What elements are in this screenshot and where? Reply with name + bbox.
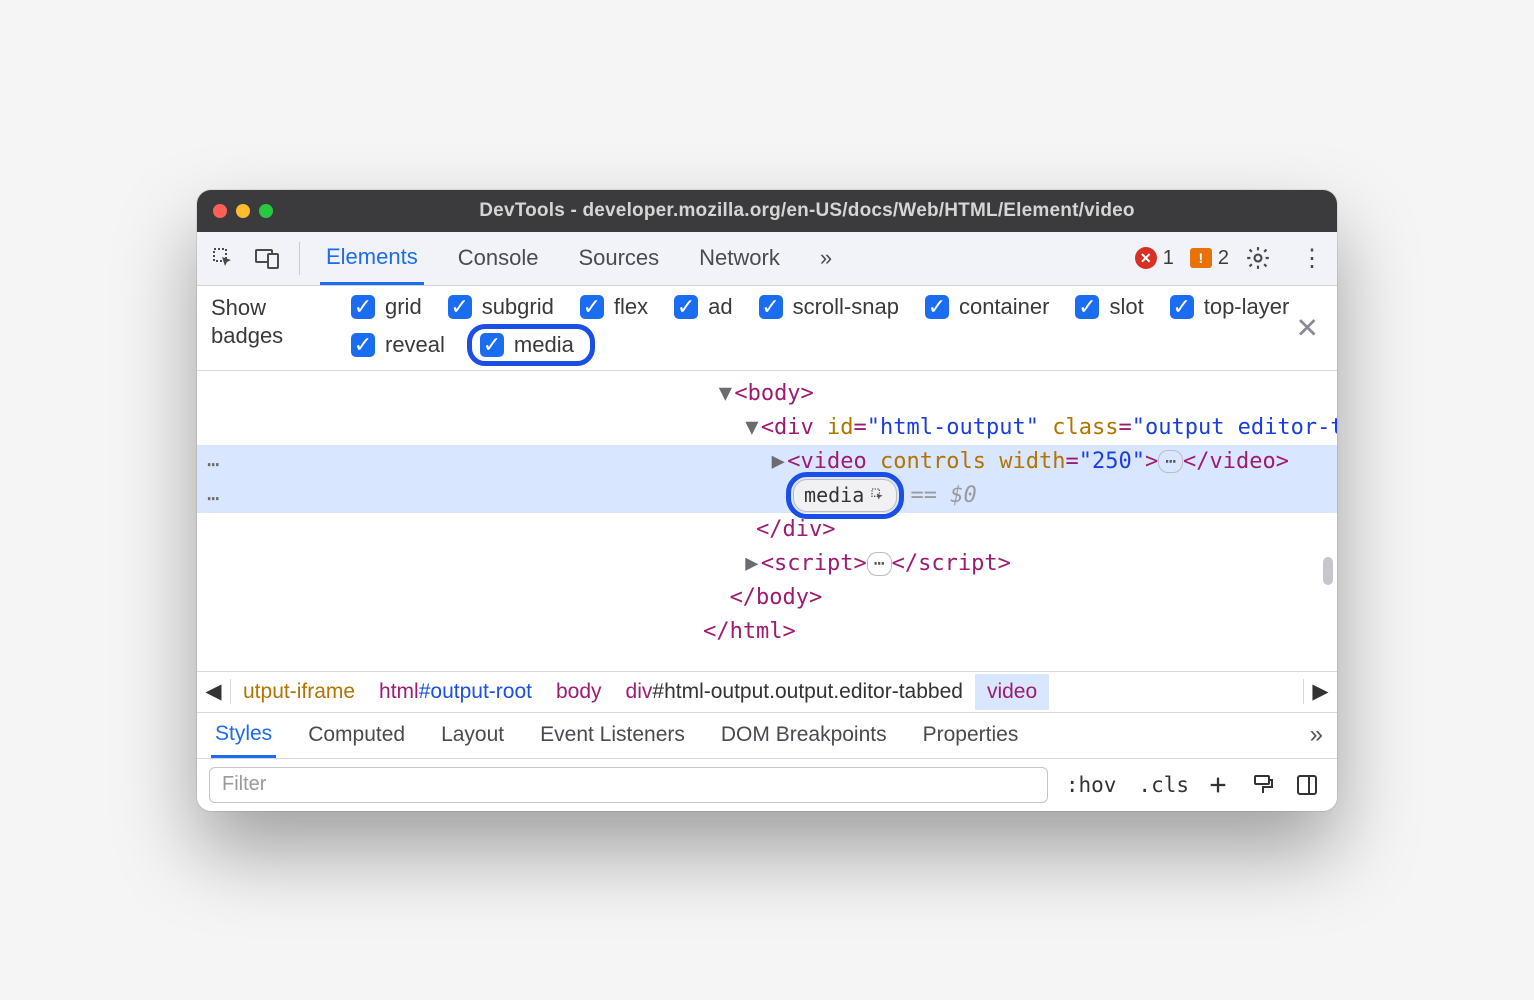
devtools-toolbar: Elements Console Sources Network » ✕ 1 !… [197,232,1337,286]
error-icon: ✕ [1135,247,1157,269]
badge-reveal[interactable]: ✓reveal [351,330,445,360]
dom-tree-pane[interactable]: ▼<body> ▼<div id="html-output" class="ou… [197,371,1337,671]
dom-html-close[interactable]: </html> [197,615,1337,649]
subtab-computed[interactable]: Computed [304,713,409,758]
breadcrumb-scroll-left[interactable]: ◀ [197,679,231,704]
dom-body-open[interactable]: ▼<body> [197,377,1337,411]
settings-icon[interactable] [1245,245,1279,271]
badge-media[interactable]: ✓media [467,324,595,366]
styles-subtabs: Styles Computed Layout Event Listeners D… [197,713,1337,759]
crumb-video[interactable]: video [975,674,1049,710]
paint-format-icon[interactable] [1251,773,1281,797]
dom-body-close[interactable]: </body> [197,581,1337,615]
subtab-properties[interactable]: Properties [919,713,1023,758]
subtab-layout[interactable]: Layout [437,713,508,758]
dom-video-line[interactable]: ▶<video controls width="250">⋯</video> [197,445,1337,479]
device-toolbar-icon[interactable] [249,240,285,276]
errors-count: 1 [1163,247,1174,270]
inspect-mini-icon [870,487,886,503]
tab-console[interactable]: Console [452,232,545,285]
badge-flex[interactable]: ✓flex [580,294,648,320]
zoom-window-icon[interactable] [259,204,273,218]
crumb-html[interactable]: html#output-root [367,674,544,710]
crumb-body[interactable]: body [544,674,614,710]
panel-tabs: Elements Console Sources Network » [320,232,838,285]
more-menu-icon[interactable]: ⋮ [1295,244,1329,273]
cls-toggle[interactable]: .cls [1134,773,1193,797]
warnings-chip[interactable]: ! 2 [1190,247,1229,270]
dom-script-line[interactable]: ▶<script>⋯</script> [197,547,1337,581]
badge-slot[interactable]: ✓slot [1075,294,1143,320]
inspect-element-icon[interactable] [205,240,241,276]
ellipsis-icon[interactable]: ⋯ [867,552,892,576]
tab-sources[interactable]: Sources [572,232,665,285]
breadcrumb-scroll-right[interactable]: ▶ [1303,679,1337,704]
computed-panel-toggle-icon[interactable] [1295,773,1325,797]
tab-elements[interactable]: Elements [320,232,424,285]
badge-ad[interactable]: ✓ad [674,294,732,320]
subtab-dom-breakpoints[interactable]: DOM Breakpoints [717,713,891,758]
badge-top-layer[interactable]: ✓top-layer [1170,294,1290,320]
dom-div-close[interactable]: </div> [197,513,1337,547]
hov-toggle[interactable]: :hov [1062,773,1121,797]
traffic-lights [213,204,273,218]
warning-icon: ! [1190,248,1212,268]
subtabs-overflow[interactable]: » [1310,721,1323,749]
toolbar-separator [299,242,300,275]
breadcrumb-list: utput-iframe html#output-root body div#h… [231,674,1303,710]
subtab-styles[interactable]: Styles [211,713,276,758]
minimize-window-icon[interactable] [236,204,250,218]
badge-container[interactable]: ✓container [925,294,1050,320]
styles-filter-input[interactable] [209,767,1048,803]
errors-chip[interactable]: ✕ 1 [1135,247,1174,270]
badges-list: ✓grid ✓subgrid ✓flex ✓ad ✓scroll-snap ✓c… [351,294,1323,360]
tabs-overflow[interactable]: » [814,232,838,285]
badge-grid[interactable]: ✓grid [351,294,422,320]
show-badges-row: Show badges ✓grid ✓subgrid ✓flex ✓ad ✓sc… [197,286,1337,371]
tab-network[interactable]: Network [693,232,786,285]
new-style-rule-icon[interactable] [1207,774,1237,796]
ellipsis-icon[interactable]: ⋯ [1158,450,1183,474]
toolbar-right: ✕ 1 ! 2 ⋮ [1135,244,1329,273]
styles-filter-row: :hov .cls [197,759,1337,811]
crumb-div[interactable]: div#html-output.output.editor-tabbed [614,674,975,710]
close-badges-icon[interactable]: ✕ [1296,311,1319,344]
breadcrumb: ◀ utput-iframe html#output-root body div… [197,671,1337,713]
window-title: DevTools - developer.mozilla.org/en-US/d… [293,200,1321,222]
dom-div-open[interactable]: ▼<div id="html-output" class="output edi… [197,411,1337,445]
media-badge[interactable]: media [793,479,897,512]
scrollbar-thumb[interactable] [1323,557,1333,585]
close-window-icon[interactable] [213,204,227,218]
show-badges-label: Show badges [211,294,331,351]
warnings-count: 2 [1218,247,1229,270]
window-titlebar: DevTools - developer.mozilla.org/en-US/d… [197,190,1337,232]
subtab-event-listeners[interactable]: Event Listeners [536,713,689,758]
badge-subgrid[interactable]: ✓subgrid [448,294,554,320]
devtools-window: DevTools - developer.mozilla.org/en-US/d… [197,190,1337,811]
badge-scroll-snap[interactable]: ✓scroll-snap [759,294,899,320]
dom-media-badge-line: media == $0 [197,479,1337,513]
crumb-iframe[interactable]: utput-iframe [231,674,367,710]
